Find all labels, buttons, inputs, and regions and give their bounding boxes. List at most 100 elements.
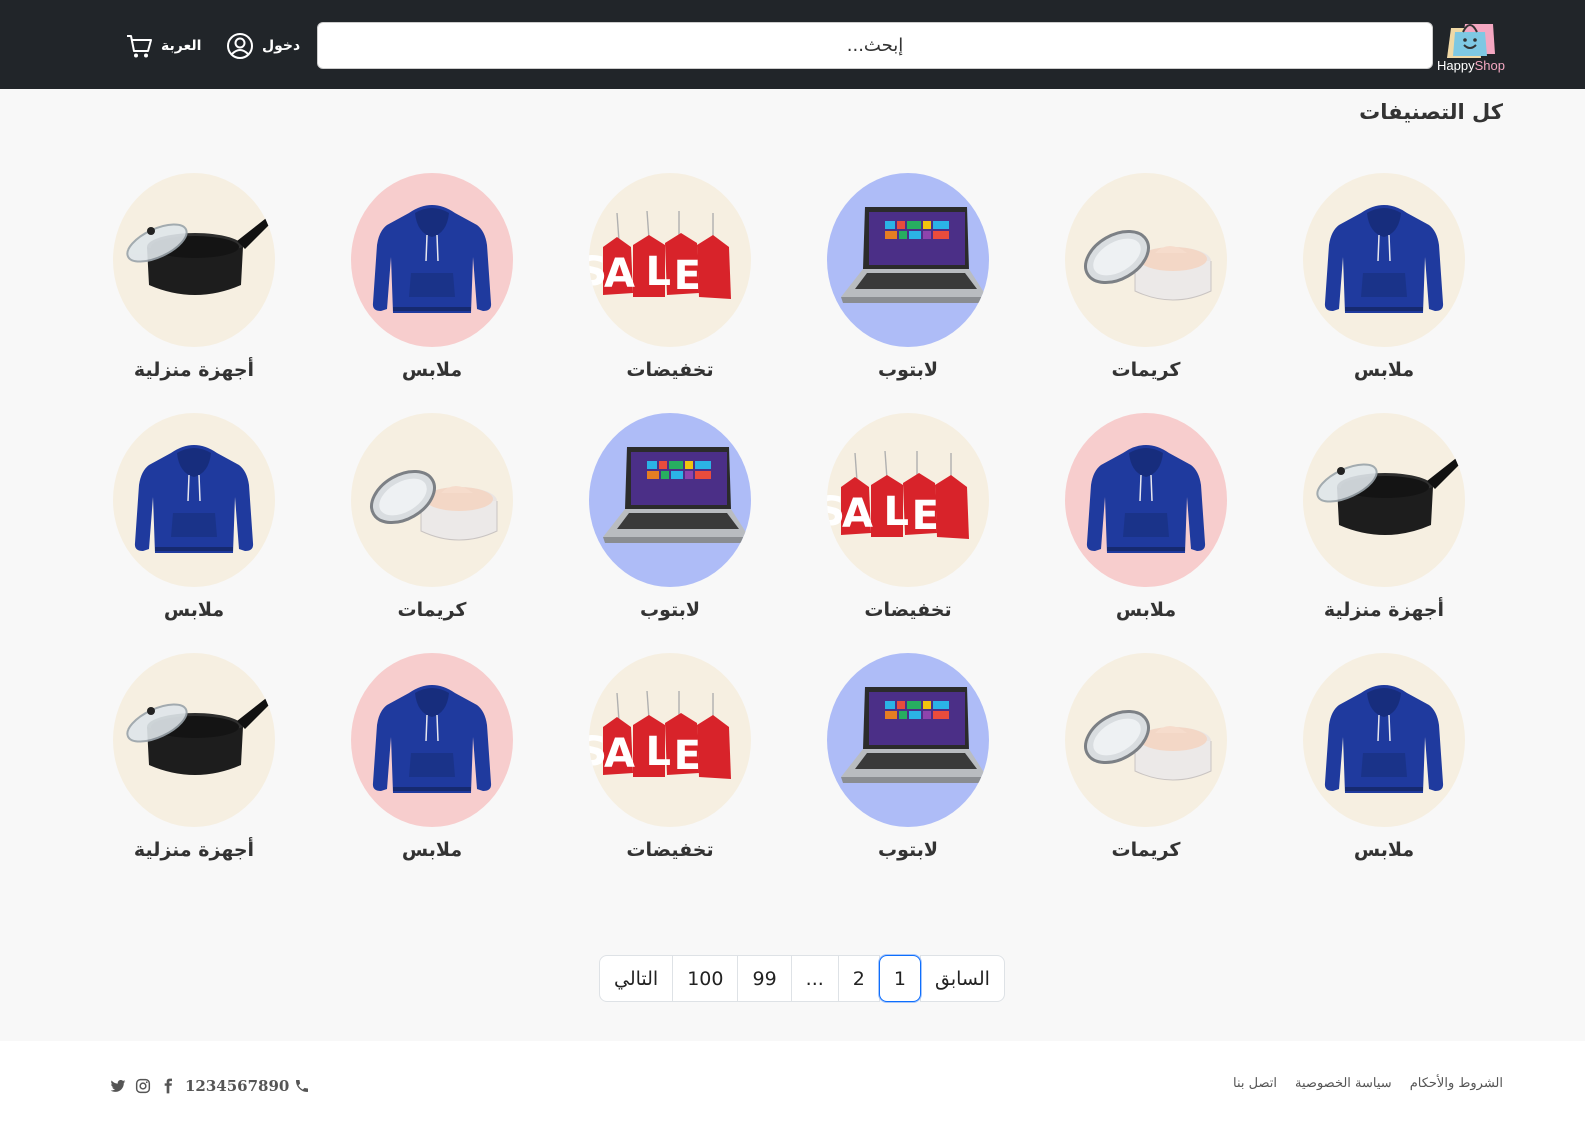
category-label: أجهزة منزلية [133, 839, 255, 861]
category-image: S A L E [589, 173, 751, 347]
category-label: كريمات [397, 599, 467, 621]
phone-icon [296, 1080, 309, 1092]
category-label: تخفيضات [626, 839, 714, 861]
category-card[interactable]: أجهزة منزلية [75, 173, 313, 386]
category-card[interactable]: ملابس [1027, 413, 1265, 626]
footer-link[interactable]: اتصل بنا [1233, 1076, 1277, 1091]
sale-tags-icon: S A L E [827, 450, 969, 539]
category-image [1065, 413, 1227, 587]
category-card[interactable]: S A L E تخفيضات [551, 653, 789, 866]
footer: الشروط والأحكام سياسة الخصوصية اتصل بنا 12… [0, 1041, 1585, 1130]
category-image [351, 413, 513, 587]
category-label: تخفيضات [626, 359, 714, 381]
category-image [113, 413, 275, 587]
category-image [827, 653, 989, 827]
category-card[interactable]: ملابس [75, 413, 313, 626]
category-image [351, 653, 513, 827]
laptop-icon [841, 687, 987, 783]
next-page-button[interactable]: التالي [599, 955, 674, 1002]
category-card[interactable]: أجهزة منزلية [1265, 413, 1503, 626]
category-image [113, 653, 275, 827]
hoodie-icon [372, 685, 492, 793]
cart-button[interactable]: العربة [125, 30, 201, 62]
hoodie-icon [372, 205, 492, 313]
category-card[interactable]: أجهزة منزلية [75, 653, 313, 866]
cart-icon [127, 35, 152, 58]
login-button[interactable]: دخول [226, 30, 300, 62]
laptop-icon [603, 447, 749, 543]
search-input[interactable] [317, 22, 1433, 69]
category-card[interactable]: S A L E تخفيضات [789, 413, 1027, 626]
footer-link[interactable]: سياسة الخصوصية [1295, 1076, 1392, 1091]
sale-tags-icon: S A L E [589, 690, 731, 779]
user-circle-icon [227, 33, 253, 59]
instagram-icon[interactable] [135, 1078, 151, 1094]
category-image: S A L E [827, 413, 989, 587]
category-card[interactable]: لابتوب [789, 653, 1027, 866]
phone-number: 1234567890 [185, 1077, 290, 1095]
svg-text:L: L [884, 489, 910, 535]
category-image [1303, 413, 1465, 587]
cooking-pot-icon [126, 217, 273, 295]
phone-contact: 1234567890 [185, 1077, 310, 1095]
page-button[interactable]: 100 [672, 955, 739, 1002]
footer-link[interactable]: الشروط والأحكام [1410, 1076, 1503, 1091]
category-label: ملابس [401, 359, 463, 381]
svg-text:E: E [674, 733, 701, 779]
svg-text:E: E [912, 493, 939, 539]
category-label: تخفيضات [864, 599, 952, 621]
footer-links: الشروط والأحكام سياسة الخصوصية اتصل بنا [1233, 1076, 1503, 1091]
category-card[interactable]: ملابس [313, 173, 551, 386]
category-image [1065, 653, 1227, 827]
page-ellipsis[interactable]: ... [790, 955, 839, 1002]
category-image [1303, 653, 1465, 827]
cooking-pot-icon [126, 697, 273, 775]
category-card[interactable]: ملابس [313, 653, 551, 866]
hoodie-icon [1324, 205, 1444, 313]
category-card[interactable]: لابتوب [551, 413, 789, 626]
category-label: لابتوب [639, 599, 701, 621]
category-label: ملابس [1353, 359, 1415, 381]
footer-contact: 1234567890 [110, 1077, 310, 1095]
happyshop-logo[interactable]: HappyShop [1437, 14, 1505, 76]
category-card[interactable]: ملابس [1265, 173, 1503, 386]
category-card[interactable]: ملابس [1265, 653, 1503, 866]
category-card[interactable]: كريمات [313, 413, 551, 626]
facebook-icon[interactable] [160, 1078, 176, 1094]
svg-text:L: L [646, 249, 672, 295]
categories-grid: ملابس كريمات لابتوب S A L E تخفيضات ملابس… [113, 173, 1503, 866]
category-label: أجهزة منزلية [1323, 599, 1445, 621]
pagination: السابق 1 2... 99 100 التالي [599, 955, 1005, 1002]
category-label: ملابس [1115, 599, 1177, 621]
category-image [589, 413, 751, 587]
page-button[interactable]: 99 [737, 955, 792, 1002]
category-card[interactable]: S A L E تخفيضات [551, 173, 789, 386]
category-card[interactable]: كريمات [1027, 173, 1265, 386]
top-navbar: HappyShop دخول العربة [0, 0, 1585, 89]
hoodie-icon [1324, 685, 1444, 793]
category-image [1065, 173, 1227, 347]
cream-jar-icon [1084, 229, 1212, 301]
category-card[interactable]: لابتوب [789, 173, 1027, 386]
cart-label: العربة [161, 38, 202, 54]
logo-text: HappyShop [1437, 58, 1505, 73]
login-label: دخول [262, 38, 301, 54]
category-label: ملابس [1353, 839, 1415, 861]
shopping-bag-logo-icon [1447, 24, 1495, 58]
svg-text:A: A [842, 491, 873, 537]
category-card[interactable]: كريمات [1027, 653, 1265, 866]
category-image: S A L E [589, 653, 751, 827]
svg-text:L: L [646, 729, 672, 775]
category-image [113, 173, 275, 347]
svg-text:A: A [604, 251, 635, 297]
category-label: كريمات [1111, 359, 1181, 381]
category-label: كريمات [1111, 839, 1181, 861]
page-button[interactable]: 1 [878, 955, 921, 1002]
svg-text:A: A [604, 731, 635, 777]
svg-text:E: E [674, 253, 701, 299]
twitter-icon[interactable] [110, 1078, 126, 1094]
page-button[interactable]: 2 [837, 955, 880, 1002]
category-label: أجهزة منزلية [133, 359, 255, 381]
category-label: ملابس [401, 839, 463, 861]
prev-page-button[interactable]: السابق [919, 955, 1005, 1002]
